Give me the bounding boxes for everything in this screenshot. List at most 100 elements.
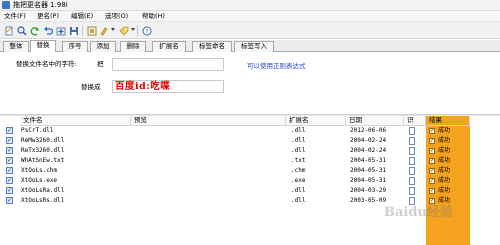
result-check-icon: ✓ xyxy=(429,188,435,194)
cell-result-text: 成功 xyxy=(438,157,451,164)
column-header-filename[interactable]: 文件名 xyxy=(20,116,131,126)
save-icon[interactable] xyxy=(68,25,79,36)
tab-add[interactable]: 添加 xyxy=(90,41,116,52)
cell-extension: .dll xyxy=(291,127,306,134)
cell-result: ✓ 成功 xyxy=(426,146,470,156)
cell-preview xyxy=(132,186,282,196)
column-header-preview[interactable]: 预览 xyxy=(131,116,286,126)
row-checkbox[interactable]: ✓ xyxy=(6,157,13,164)
replace-input[interactable]: 百度id:吃喋 xyxy=(112,80,224,93)
title-bar: 拖把更名器 1.98i xyxy=(0,0,500,11)
cell-result-text: 成功 xyxy=(438,167,451,174)
cell-extension: .chm xyxy=(291,167,306,174)
column-header-extension[interactable]: 扩展名 xyxy=(286,116,346,126)
cell-date: 2004-05-31 xyxy=(350,167,387,174)
table-row[interactable]: ✓ XtOoLs.chm .chm 2004-05-31 ✓ 成功 xyxy=(2,166,498,176)
table-row[interactable]: ✓ WhAtSnEw.txt .txt 2004-05-31 ✓ 成功 xyxy=(2,156,498,166)
cell-result: ✓ 成功 xyxy=(426,176,470,186)
brush-dropdown-icon[interactable] xyxy=(111,28,115,31)
replace-label: 替换成 xyxy=(81,83,101,91)
cell-preview xyxy=(132,166,282,176)
cell-extension: .exe xyxy=(291,177,306,184)
row-checkbox[interactable]: ✓ xyxy=(6,177,13,184)
new-icon[interactable] xyxy=(3,25,14,36)
row-checkbox[interactable]: ✓ xyxy=(6,187,13,194)
find-prefix-label: 把 xyxy=(97,60,104,68)
column-header-date[interactable]: 日期 xyxy=(346,116,404,126)
menu-edit[interactable]: 编辑(E) xyxy=(69,12,95,21)
cell-date: 2004-05-31 xyxy=(350,177,387,184)
cell-extension: .dll xyxy=(291,147,306,154)
menu-file[interactable]: 文件(F) xyxy=(2,12,28,21)
row-checkbox[interactable]: ✓ xyxy=(6,197,13,204)
column-header-id[interactable]: 识 xyxy=(404,116,426,126)
cell-result-text: 成功 xyxy=(438,127,451,134)
result-check-icon: ✓ xyxy=(429,148,435,154)
table-row[interactable]: ✓ XtOoLs.exe .exe 2004-05-31 ✓ 成功 xyxy=(2,176,498,186)
regex-hint-link[interactable]: 可以使用正则表达式 xyxy=(247,62,306,71)
document-icon xyxy=(409,177,415,185)
document-icon xyxy=(409,127,415,135)
row-checkbox[interactable]: ✓ xyxy=(6,167,13,174)
menu-options[interactable]: 选项(O) xyxy=(103,12,130,21)
cell-filename: WhAtSnEw.txt xyxy=(21,157,65,164)
options-icon[interactable] xyxy=(86,25,97,36)
cell-preview xyxy=(132,146,282,156)
result-check-icon: ✓ xyxy=(429,158,435,164)
undo-icon[interactable] xyxy=(42,25,53,36)
cell-result: ✓ 成功 xyxy=(426,166,470,176)
cell-date: 2004-05-31 xyxy=(350,157,387,164)
cell-filename: XtOoLs.chm xyxy=(21,167,58,174)
svg-text:?: ? xyxy=(145,28,148,35)
menu-bar: 文件(F) 更名(P) 编辑(E) 选项(O) 帮助(H) xyxy=(0,11,500,22)
row-checkbox[interactable]: ✓ xyxy=(6,127,13,134)
cell-date: 2004-02-24 xyxy=(350,137,387,144)
menu-rename[interactable]: 更名(P) xyxy=(35,12,61,21)
replace-panel: 替换文件名中的字符: 把 可以使用正则表达式 替换成 百度id:吃喋 xyxy=(0,52,500,114)
menu-help[interactable]: 帮助(H) xyxy=(140,12,167,21)
tag-dropdown-icon[interactable] xyxy=(131,28,135,31)
find-input-value xyxy=(113,59,115,70)
help-icon[interactable]: ? xyxy=(141,25,152,36)
table-row[interactable]: ✓ PsCrT.dll .dll 2012-06-06 ✓ 成功 xyxy=(2,126,498,136)
document-icon xyxy=(409,167,415,175)
tab-tag-write[interactable]: 标签写入 xyxy=(234,41,274,52)
window-title: 拖把更名器 1.98i xyxy=(13,1,68,9)
row-checkbox[interactable]: ✓ xyxy=(6,137,13,144)
cell-extension: .dll xyxy=(291,137,306,144)
add-icon[interactable] xyxy=(55,25,66,36)
tab-sequence[interactable]: 序号 xyxy=(62,41,88,52)
tab-bar: 整体 替换 序号 添加 删除 扩展名 标签命名 标签写入 xyxy=(0,40,500,53)
column-header-result[interactable]: 结果 xyxy=(426,116,470,126)
tab-tag-naming[interactable]: 标签命名 xyxy=(192,41,232,52)
cell-result-text: 成功 xyxy=(438,177,451,184)
cell-result: ✓ 成功 xyxy=(426,156,470,166)
replace-input-value: 百度id:吃喋 xyxy=(115,81,171,92)
tab-delete[interactable]: 删除 xyxy=(120,41,146,52)
search-icon[interactable] xyxy=(16,25,27,36)
cell-result-text: 成功 xyxy=(438,137,451,144)
table-row[interactable]: ✓ ReTx3260.dll .dll 2004-02-24 ✓ 成功 xyxy=(2,146,498,156)
cell-extension: .txt xyxy=(291,157,306,164)
cell-date: 2012-06-06 xyxy=(350,127,387,134)
tab-extension[interactable]: 扩展名 xyxy=(152,41,186,52)
cell-filename: XtOoLs.exe xyxy=(21,177,58,184)
tag-icon[interactable] xyxy=(118,25,129,36)
file-table: 文件名 预览 扩展名 日期 识 结果 ✓ PsCrT.dll .dll 2012… xyxy=(2,116,500,245)
refresh-icon[interactable] xyxy=(29,25,40,36)
row-checkbox[interactable]: ✓ xyxy=(6,147,13,154)
cell-filename: XtOoLsRa.dll xyxy=(21,187,65,194)
cell-result-text: 成功 xyxy=(438,147,451,154)
tab-overall[interactable]: 整体 xyxy=(3,41,29,52)
cell-preview xyxy=(132,196,282,206)
table-row[interactable]: ✓ XtOoLsRa.dll .dll 2004-03-29 ✓ 成功 xyxy=(2,186,498,196)
find-label: 替换文件名中的字符: xyxy=(16,60,77,68)
find-input[interactable] xyxy=(112,58,224,71)
cell-result: ✓ 成功 xyxy=(426,136,470,146)
result-check-icon: ✓ xyxy=(429,128,435,134)
table-row[interactable]: ✓ ReMw3260.dll .dll 2004-02-24 ✓ 成功 xyxy=(2,136,498,146)
cell-filename: XtOoLsRs.dll xyxy=(21,197,65,204)
brush-icon[interactable] xyxy=(98,25,109,36)
cell-preview xyxy=(132,126,282,136)
cell-date: 2004-02-24 xyxy=(350,147,387,154)
